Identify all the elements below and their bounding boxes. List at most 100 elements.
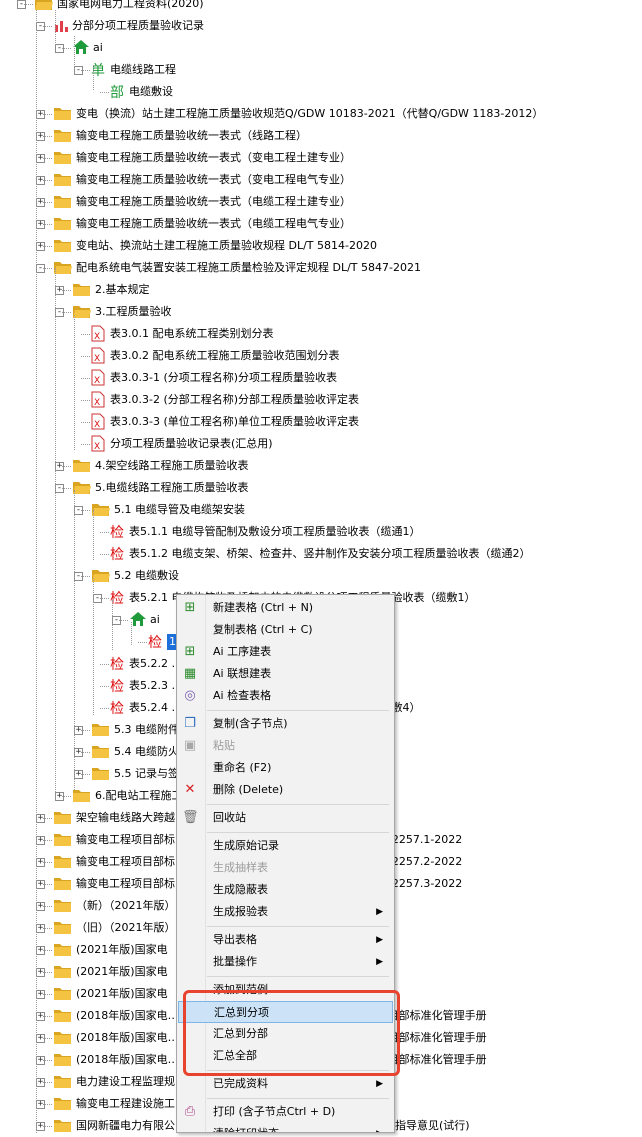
folder-icon xyxy=(53,897,73,916)
tree-row[interactable]: - 配电系统电气装置安装工程施工质量检验及评定规程 DL/T 5847-2021 xyxy=(0,257,642,279)
tree-node-label: 5.电缆线路工程施工质量验收表 xyxy=(95,481,249,494)
folder-icon xyxy=(53,171,73,190)
tree-node-label: 输变电工程施工质量验收统一表式（变电工程土建专业） xyxy=(76,151,351,164)
tree-connector xyxy=(119,620,128,621)
tree-connector xyxy=(81,400,90,401)
tree-node-label: 2.基本规定 xyxy=(95,283,150,296)
tree-row[interactable]: + 输变电工程施工质量验收统一表式（电缆工程电气专业） xyxy=(0,213,642,235)
tree-row[interactable]: + 变电站、换流站土建工程施工质量验收规程 DL/T 5814-2020 xyxy=(0,235,642,257)
tree-node-label: 表3.0.3-2 (分部工程名称)分部工程质量验收评定表 xyxy=(110,393,360,406)
tree-row[interactable]: -3.工程质量验收 xyxy=(0,301,642,323)
menu-item[interactable]: 生成隐蔽表 xyxy=(178,879,393,901)
tree-connector xyxy=(43,224,52,225)
tree-connector xyxy=(43,26,52,27)
folder-icon xyxy=(72,457,92,476)
menu-item[interactable]: 导出表格 ▶ xyxy=(178,929,393,951)
menu-item[interactable]: 清除打印状态 ▶ xyxy=(178,1123,393,1132)
tree-connector xyxy=(43,818,52,819)
tree-node-label: 电缆线路工程 xyxy=(110,63,176,76)
menu-item-label: Ai 联想建表 xyxy=(213,667,272,680)
tree-connector xyxy=(24,4,33,5)
tree-guide-line xyxy=(74,36,75,75)
tree-row[interactable]: 检表5.1.2 电缆支架、桥架、检查井、竖井制作及安装分项工程质量验收表（缆通2… xyxy=(0,543,642,565)
menu-item-label: 已完成资料 xyxy=(213,1077,268,1090)
menu-item: 生成抽样表 xyxy=(178,857,393,879)
document-icon: X xyxy=(91,413,105,433)
tree-row[interactable]: + 输变电工程施工质量验收统一表式（线路工程） xyxy=(0,125,642,147)
tree-connector xyxy=(43,972,52,973)
tree-row[interactable]: - 国家电网电力工程资料(2020) xyxy=(0,0,642,15)
document-icon: X xyxy=(91,391,105,411)
menu-item[interactable]: 重命名 (F2) xyxy=(178,757,393,779)
tree-row[interactable]: X 表3.0.3-1 (分项工程名称)分项工程质量验收表 xyxy=(0,367,642,389)
tree-node-label: 表3.0.3-3 (单位工程名称)单位工程质量验收评定表 xyxy=(110,415,360,428)
tree-connector xyxy=(62,48,71,49)
tree-connector xyxy=(100,598,109,599)
tree-node-label: 配电系统电气装置安装工程施工质量检验及评定规程 DL/T 5847-2021 xyxy=(76,261,421,274)
tree-connector xyxy=(43,114,52,115)
tree-node-label: 输变电工程施工质量验收统一表式（变电工程电气专业） xyxy=(76,173,351,186)
svg-text:X: X xyxy=(94,420,100,430)
folder-icon xyxy=(53,963,73,982)
tree-connector xyxy=(100,686,109,687)
menu-item-label: 导出表格 xyxy=(213,933,257,946)
menu-item[interactable]: ◎ Ai 检查表格 xyxy=(178,685,393,707)
tree-connector xyxy=(43,136,52,137)
tree-row[interactable]: -5.2 电缆敷设 xyxy=(0,565,642,587)
tree-row[interactable]: -5.1 电缆导管及电缆架安装 xyxy=(0,499,642,521)
tree-row[interactable]: 检表5.1.1 电缆导管配制及敷设分项工程质量验收表（缆通1） xyxy=(0,521,642,543)
tree-guide-line xyxy=(93,65,94,90)
menu-item[interactable]: ✕ 删除 (Delete) xyxy=(178,779,393,801)
tree-connector xyxy=(138,642,147,643)
tree-row[interactable]: X 表3.0.1 配电系统工程类别划分表 xyxy=(0,323,642,345)
menu-item[interactable]: ▦ Ai 联想建表 xyxy=(178,663,393,685)
tree-row[interactable]: +2.基本规定 xyxy=(0,279,642,301)
menu-item-label: 打印 (含子节点Ctrl + D) xyxy=(213,1105,336,1118)
tree-row[interactable]: +4.架空线路工程施工质量验收表 xyxy=(0,455,642,477)
tree-row[interactable]: - 分部分项工程质量验收记录 xyxy=(0,15,642,37)
folder-icon xyxy=(53,193,73,212)
menu-item[interactable]: ⊞ 新建表格 (Ctrl + N) xyxy=(178,597,393,619)
menu-item[interactable]: ⎙ 打印 (含子节点Ctrl + D) xyxy=(178,1101,393,1123)
menu-item[interactable]: 🗑 回收站 xyxy=(178,807,393,829)
menu-item-label: 重命名 (F2) xyxy=(213,761,272,774)
menu-item[interactable]: 复制表格 (Ctrl + C) xyxy=(178,619,393,641)
menu-item[interactable]: 已完成资料 ▶ xyxy=(178,1073,393,1095)
folder-open-icon xyxy=(91,501,111,520)
tree-node-label: 表5.1.2 电缆支架、桥架、检查井、竖井制作及安装分项工程质量验收表（缆通2） xyxy=(129,547,531,560)
tree-row[interactable]: X 分项工程质量验收记录表(汇总用) xyxy=(0,433,642,455)
tree-row[interactable]: X 表3.0.3-2 (分部工程名称)分部工程质量验收评定表 xyxy=(0,389,642,411)
tree-row[interactable]: X 表3.0.3-3 (单位工程名称)单位工程质量验收评定表 xyxy=(0,411,642,433)
folder-icon xyxy=(53,985,73,1004)
tree-node-label: 输变电工程施工质量验收统一表式（线路工程） xyxy=(76,129,307,142)
tree-row[interactable]: 部电缆敷设 xyxy=(0,81,642,103)
tree-connector xyxy=(62,466,71,467)
tree-row[interactable]: + 输变电工程施工质量验收统一表式（电缆工程土建专业） xyxy=(0,191,642,213)
tree-row[interactable]: + 变电（换流）站土建工程施工质量验收规范Q/GDW 10183-2021（代替Q… xyxy=(0,103,642,125)
tree-row[interactable]: X 表3.0.2 配电系统工程施工质量验收范围划分表 xyxy=(0,345,642,367)
menu-item[interactable]: ⊞ Ai 工序建表 xyxy=(178,641,393,663)
menu-item[interactable]: 生成原始记录 xyxy=(178,835,393,857)
tree-node-label: (2021年版)国家电 xyxy=(76,943,168,956)
menu-item-label: 新建表格 (Ctrl + N) xyxy=(213,601,314,614)
tree-row[interactable]: - ai xyxy=(0,37,642,59)
folder-icon xyxy=(53,149,73,168)
tree-connector xyxy=(43,246,52,247)
tree-row[interactable]: - 单电缆线路工程 xyxy=(0,59,642,81)
tree-connector xyxy=(43,884,52,885)
tree-guide-line xyxy=(74,315,75,450)
svg-text:X: X xyxy=(94,398,100,408)
tree-row[interactable]: + 输变电工程施工质量验收统一表式（变电工程电气专业） xyxy=(0,169,642,191)
menu-item-label: 生成抽样表 xyxy=(213,861,268,874)
delete-icon: ✕ xyxy=(184,782,196,797)
menu-item[interactable]: ❐ 复制(含子节点) xyxy=(178,713,393,735)
tree-connector xyxy=(43,1082,52,1083)
folder-icon xyxy=(53,127,73,146)
document-icon: X xyxy=(91,347,105,367)
menu-item[interactable]: 批量操作 ▶ xyxy=(178,951,393,973)
menu-item[interactable]: 生成报验表 ▶ xyxy=(178,901,393,923)
tree-row[interactable]: + 输变电工程施工质量验收统一表式（变电工程土建专业） xyxy=(0,147,642,169)
tree-guide-line xyxy=(93,578,94,715)
tree-row[interactable]: -5.电缆线路工程施工质量验收表 xyxy=(0,477,642,499)
recycle-bin-icon: 🗑 xyxy=(182,810,199,825)
